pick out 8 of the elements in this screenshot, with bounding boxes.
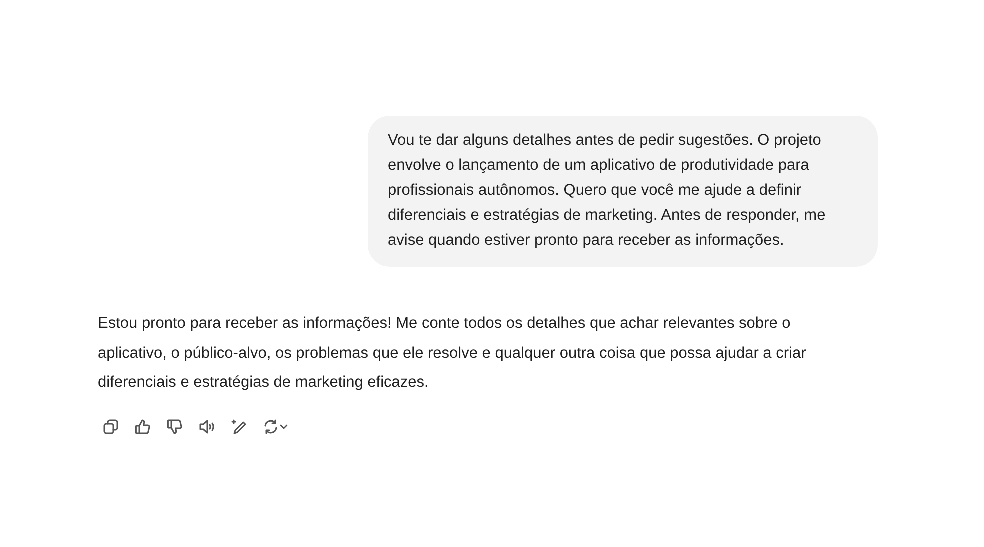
user-message: Vou te dar alguns detalhes antes de pedir sugestões. O projeto envolve o lançamento de um aplicativo de produtividade para profissionais autônomos. Quero que você me ajude a definir diferenciais e estratégias de marketing. Antes de responder, me avise quando estiver pronto para receber as informações.: [368, 116, 878, 267]
speaker-icon[interactable]: [198, 418, 216, 436]
regenerate-icon[interactable]: [262, 418, 289, 436]
assistant-message: Estou pronto para receber as informações! Me conte todos os detalhes que achar relevantes sobre o aplicativo, o público-alvo, os problemas que ele resolve e qualquer outra coisa que possa ajudar a criar diferenciais e estratégias de marketing eficazes.: [98, 314, 808, 393]
thumbs-up-icon[interactable]: [134, 418, 152, 436]
copy-icon[interactable]: [102, 418, 120, 436]
thumbs-down-icon[interactable]: [166, 418, 184, 436]
sparkle-pencil-icon[interactable]: [230, 418, 248, 436]
